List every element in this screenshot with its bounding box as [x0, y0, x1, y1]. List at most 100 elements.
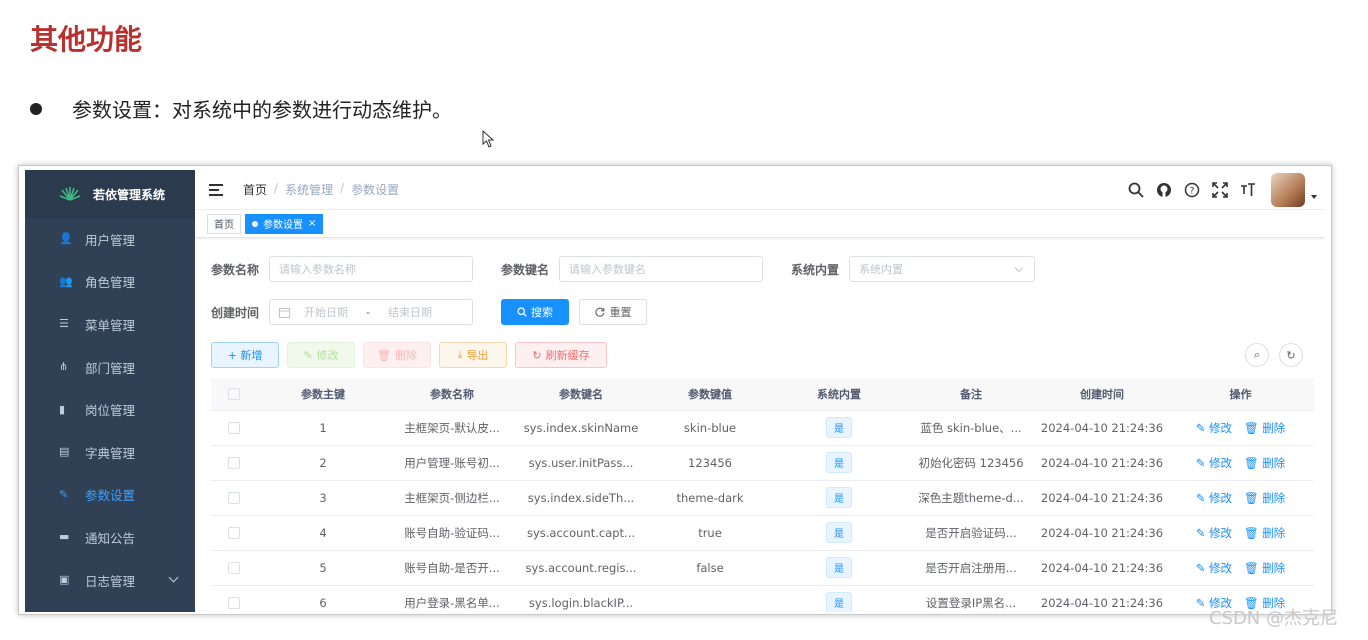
start-date-input[interactable]: 开始日期 — [304, 304, 348, 320]
config-key-input[interactable]: 请输入参数键名 — [559, 256, 763, 282]
table-row[interactable]: 3 主框架页-侧边栏... sys.index.sideTh... theme-dar… — [211, 480, 1314, 516]
table-row[interactable]: 4 账号自助-验证码... sys.account.capt... true 是 是否开启… — [211, 515, 1314, 551]
create-time-cell: 2024-04-10 21:24:36 — [1037, 410, 1167, 446]
row-checkbox[interactable] — [228, 597, 240, 609]
add-button[interactable]: + 新增 — [211, 342, 279, 368]
question-icon[interactable]: ? — [1183, 181, 1201, 199]
sidebar-item[interactable]: ☰ 菜单管理 — [25, 303, 195, 346]
config-name-input[interactable]: 请输入参数名称 — [269, 256, 473, 282]
builtin-select[interactable]: 系统内置 — [849, 256, 1035, 282]
watermark: CSDN @杰克尼 — [1208, 608, 1338, 629]
delete-button[interactable]: 🗑 删除 — [363, 342, 431, 368]
role-icon: 👥 — [59, 274, 73, 288]
config-name-cell: 用户管理-账号初... — [389, 445, 515, 481]
tags-view: 首页 参数设置 × — [195, 210, 1325, 238]
row-delete-link[interactable]: 🗑 删除 — [1244, 421, 1285, 435]
search-button[interactable]: 搜索 — [501, 299, 569, 325]
slide-bullet: 参数设置：对系统中的参数进行动态维护。 — [30, 94, 452, 123]
config-id-cell: 2 — [257, 445, 389, 481]
date-range-picker[interactable]: 开始日期 - 结束日期 — [269, 299, 473, 325]
toggle-search-icon[interactable]: ⌕ — [1245, 343, 1269, 367]
breadcrumb-system: 系统管理 — [285, 183, 334, 197]
refresh-icon: ↻ — [532, 348, 542, 362]
actions-cell: ✎ 修改 🗑 删除 — [1167, 480, 1314, 516]
caret-down-icon[interactable] — [1311, 195, 1317, 199]
menu-list-icon: ☰ — [59, 317, 69, 331]
search-icon[interactable] — [1127, 181, 1145, 199]
fullscreen-icon[interactable] — [1211, 181, 1229, 199]
toolbar: + 新增 ✎ 修改 🗑 删除 ⤓ 导出 ↻ 刷新缓存 ⌕ ↻ — [211, 340, 1311, 370]
app-logo[interactable]: 若依管理系统 — [25, 170, 195, 218]
config-id-cell: 5 — [257, 550, 389, 586]
main-area: 首页 / 系统管理 / 参数设置 ? 首页 参数设置 × 参数名称 请输入参数名… — [195, 170, 1325, 612]
sidebar-item[interactable]: ▬ 通知公告 — [25, 516, 195, 559]
row-delete-link[interactable]: 🗑 删除 — [1244, 456, 1285, 470]
row-checkbox[interactable] — [228, 492, 240, 504]
table-row[interactable]: 6 用户登录-黑名单... sys.login.blackIP... 是 设置登录IP黑… — [211, 585, 1314, 612]
tag-config[interactable]: 参数设置 × — [245, 213, 324, 234]
remark-cell: 是否开启注册用... — [905, 550, 1037, 586]
table-header-cell: 备注 — [905, 378, 1037, 411]
close-icon[interactable]: × — [308, 218, 316, 229]
config-name-cell: 用户登录-黑名单... — [389, 585, 515, 612]
edit-button[interactable]: ✎ 修改 — [287, 342, 355, 368]
builtin-cell: 是 — [773, 515, 905, 551]
row-edit-link[interactable]: ✎ 修改 — [1196, 561, 1232, 575]
active-dot-icon — [252, 220, 258, 227]
table-header-cell: 参数键值 — [647, 378, 773, 411]
row-edit-link[interactable]: ✎ 修改 — [1196, 526, 1232, 540]
config-name-cell: 账号自助-是否开... — [389, 550, 515, 586]
refresh-cache-button[interactable]: ↻ 刷新缓存 — [515, 342, 607, 368]
actions-cell: ✎ 修改 🗑 删除 — [1167, 410, 1314, 446]
breadcrumb-separator: / — [274, 181, 279, 195]
actions-cell: ✎ 修改 🗑 删除 — [1167, 515, 1314, 551]
row-delete-link[interactable]: 🗑 删除 — [1244, 561, 1285, 575]
sidebar-item[interactable]: ⋔ 部门管理 — [25, 346, 195, 389]
config-value-cell: skin-blue — [647, 410, 773, 446]
builtin-cell: 是 — [773, 480, 905, 516]
create-time-cell: 2024-04-10 21:24:36 — [1037, 550, 1167, 586]
sidebar-item[interactable]: ▮ 岗位管理 — [25, 388, 195, 431]
table-row[interactable]: 5 账号自助-是否开... sys.account.regis... false 是 是否… — [211, 550, 1314, 586]
row-delete-link[interactable]: 🗑 删除 — [1244, 491, 1285, 505]
end-date-input[interactable]: 结束日期 — [388, 304, 432, 320]
row-edit-link[interactable]: ✎ 修改 — [1196, 456, 1232, 470]
row-checkbox[interactable] — [228, 562, 240, 574]
table-row[interactable]: 1 主框架页-默认皮... sys.index.skinName skin-blue 是… — [211, 410, 1314, 446]
select-all-header — [211, 378, 257, 411]
post-icon: ▮ — [59, 402, 66, 416]
table-row[interactable]: 2 用户管理-账号初... sys.user.initPass... 123456 是 初… — [211, 445, 1314, 481]
refresh-table-icon[interactable]: ↻ — [1279, 343, 1303, 367]
tag-label: 首页 — [214, 220, 234, 231]
hamburger-icon[interactable] — [209, 183, 223, 196]
sidebar-item[interactable]: ▤ 字典管理 — [25, 431, 195, 474]
tag-label: 参数设置 — [263, 220, 303, 231]
svg-text:?: ? — [1190, 187, 1195, 197]
breadcrumb-home[interactable]: 首页 — [243, 181, 267, 198]
sidebar-item-label: 通知公告 — [85, 530, 136, 546]
user-avatar[interactable] — [1271, 173, 1305, 207]
row-delete-link[interactable]: 🗑 删除 — [1244, 526, 1285, 540]
table-header-cell: 操作 — [1167, 378, 1314, 411]
font-size-icon[interactable] — [1239, 181, 1257, 199]
sidebar-item[interactable]: 👥 角色管理 — [25, 261, 195, 304]
tag-home[interactable]: 首页 — [207, 213, 241, 234]
select-all-checkbox[interactable] — [228, 388, 240, 401]
github-icon[interactable] — [1155, 181, 1173, 199]
row-edit-link[interactable]: ✎ 修改 — [1196, 491, 1232, 505]
sidebar-item[interactable]: ▣ 日志管理 — [25, 559, 195, 602]
delete-icon: 🗑 — [1244, 420, 1263, 435]
sidebar-item-label: 日志管理 — [85, 573, 136, 589]
row-checkbox[interactable] — [228, 527, 240, 539]
sidebar-item[interactable]: ✎ 参数设置 — [25, 474, 195, 517]
edit-icon: ✎ — [1195, 420, 1210, 435]
builtin-cell: 是 — [773, 550, 905, 586]
sidebar-item[interactable]: 👤 用户管理 — [25, 218, 195, 261]
row-checkbox[interactable] — [228, 422, 240, 434]
row-checkbox[interactable] — [228, 457, 240, 469]
export-button[interactable]: ⤓ 导出 — [439, 342, 507, 368]
config-key-cell: sys.index.skinName — [515, 410, 647, 446]
reset-button[interactable]: 重置 — [579, 299, 647, 325]
row-edit-link[interactable]: ✎ 修改 — [1196, 421, 1232, 435]
chevron-down-icon[interactable] — [168, 572, 179, 583]
